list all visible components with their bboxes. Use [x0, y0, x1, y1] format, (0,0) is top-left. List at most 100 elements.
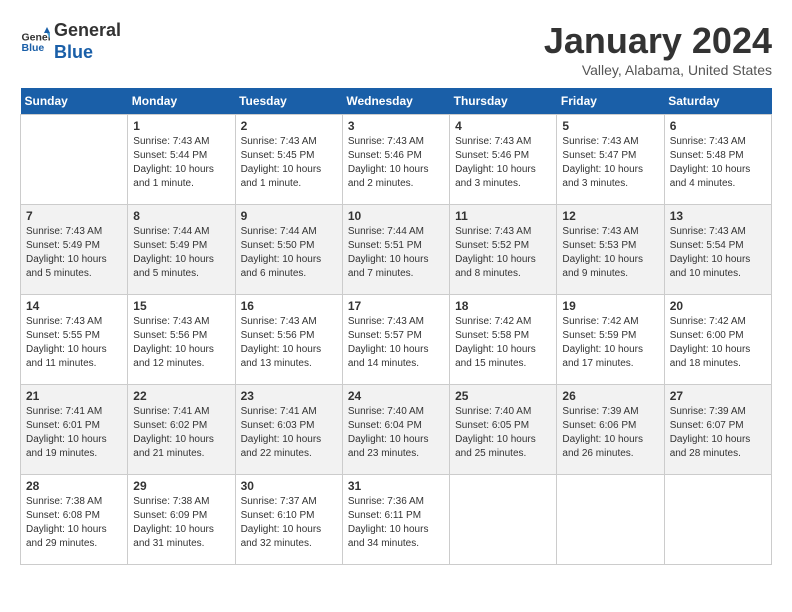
calendar-cell: 11Sunrise: 7:43 AM Sunset: 5:52 PM Dayli… — [450, 205, 557, 295]
day-info: Sunrise: 7:43 AM Sunset: 5:56 PM Dayligh… — [241, 315, 337, 371]
day-info: Sunrise: 7:43 AM Sunset: 5:47 PM Dayligh… — [562, 135, 658, 191]
day-number: 7 — [26, 209, 122, 223]
calendar-cell: 7 Sunrise: 7:43 AM Sunset: 5:49 PM Daylig… — [21, 205, 128, 295]
day-info: Sunrise: 7:41 AM Sunset: 6:02 PM Dayligh… — [133, 405, 229, 461]
day-number: 25 — [455, 389, 551, 403]
calendar-cell: 9 Sunrise: 7:44 AM Sunset: 5:50 PM Daylig… — [235, 205, 342, 295]
calendar-cell: 29 Sunrise: 7:38 AM Sunset: 6:09 PM Dayli… — [128, 475, 235, 565]
day-info: Sunrise: 7:41 AM Sunset: 6:01 PM Dayligh… — [26, 405, 122, 461]
day-number: 23 — [241, 389, 337, 403]
day-number: 21 — [26, 389, 122, 403]
calendar-cell: 18 Sunrise: 7:42 AM Sunset: 5:58 PM Dayli… — [450, 295, 557, 385]
day-info: Sunrise: 7:39 AM Sunset: 6:07 PM Dayligh… — [670, 405, 766, 461]
day-info: Sunrise: 7:43 AM Sunset: 5:56 PM Dayligh… — [133, 315, 229, 371]
day-info: Sunrise: 7:43 AM Sunset: 5:54 PM Dayligh… — [670, 225, 766, 281]
day-info: Sunrise: 7:41 AM Sunset: 6:03 PM Dayligh… — [241, 405, 337, 461]
day-info: Sunrise: 7:42 AM Sunset: 5:58 PM Dayligh… — [455, 315, 551, 371]
day-info: Sunrise: 7:42 AM Sunset: 5:59 PM Dayligh… — [562, 315, 658, 371]
month-title: January 2024 — [544, 20, 772, 62]
calendar-cell: 19Sunrise: 7:42 AM Sunset: 5:59 PM Dayli… — [557, 295, 664, 385]
day-info: Sunrise: 7:44 AM Sunset: 5:49 PM Dayligh… — [133, 225, 229, 281]
day-number: 4 — [455, 119, 551, 133]
day-number: 15 — [133, 299, 229, 313]
location: Valley, Alabama, United States — [544, 62, 772, 78]
day-info: Sunrise: 7:43 AM Sunset: 5:49 PM Dayligh… — [26, 225, 122, 281]
weekday-header-saturday: Saturday — [664, 88, 771, 115]
day-number: 5 — [562, 119, 658, 133]
calendar-cell: 17 Sunrise: 7:43 AM Sunset: 5:57 PM Dayli… — [342, 295, 449, 385]
logo-text: General Blue — [54, 20, 121, 63]
weekday-header-friday: Friday — [557, 88, 664, 115]
day-number: 27 — [670, 389, 766, 403]
calendar-week-5: 28 Sunrise: 7:38 AM Sunset: 6:08 PM Dayli… — [21, 475, 772, 565]
day-number: 20 — [670, 299, 766, 313]
day-number: 16 — [241, 299, 337, 313]
day-info: Sunrise: 7:36 AM Sunset: 6:11 PM Dayligh… — [348, 495, 444, 551]
day-number: 2 — [241, 119, 337, 133]
calendar-cell — [557, 475, 664, 565]
calendar-week-2: 7 Sunrise: 7:43 AM Sunset: 5:49 PM Daylig… — [21, 205, 772, 295]
calendar-cell: 25 Sunrise: 7:40 AM Sunset: 6:05 PM Dayli… — [450, 385, 557, 475]
day-info: Sunrise: 7:43 AM Sunset: 5:48 PM Dayligh… — [670, 135, 766, 191]
weekday-header-monday: Monday — [128, 88, 235, 115]
calendar-cell: 23 Sunrise: 7:41 AM Sunset: 6:03 PM Dayli… — [235, 385, 342, 475]
day-number: 11 — [455, 209, 551, 223]
weekday-header-thursday: Thursday — [450, 88, 557, 115]
weekday-header-sunday: Sunday — [21, 88, 128, 115]
day-info: Sunrise: 7:43 AM Sunset: 5:46 PM Dayligh… — [348, 135, 444, 191]
calendar-week-1: 1Sunrise: 7:43 AM Sunset: 5:44 PM Daylig… — [21, 115, 772, 205]
calendar-cell: 30 Sunrise: 7:37 AM Sunset: 6:10 PM Dayli… — [235, 475, 342, 565]
day-number: 8 — [133, 209, 229, 223]
calendar-body: 1Sunrise: 7:43 AM Sunset: 5:44 PM Daylig… — [21, 115, 772, 565]
day-number: 28 — [26, 479, 122, 493]
day-info: Sunrise: 7:43 AM Sunset: 5:46 PM Dayligh… — [455, 135, 551, 191]
calendar-cell: 6Sunrise: 7:43 AM Sunset: 5:48 PM Daylig… — [664, 115, 771, 205]
day-number: 29 — [133, 479, 229, 493]
calendar-cell — [450, 475, 557, 565]
day-number: 3 — [348, 119, 444, 133]
calendar-cell: 13 Sunrise: 7:43 AM Sunset: 5:54 PM Dayli… — [664, 205, 771, 295]
weekday-header-tuesday: Tuesday — [235, 88, 342, 115]
day-number: 22 — [133, 389, 229, 403]
calendar-cell: 20 Sunrise: 7:42 AM Sunset: 6:00 PM Dayli… — [664, 295, 771, 385]
logo-icon: General Blue — [20, 27, 50, 57]
calendar-cell: 3 Sunrise: 7:43 AM Sunset: 5:46 PM Daylig… — [342, 115, 449, 205]
calendar-cell: 4 Sunrise: 7:43 AM Sunset: 5:46 PM Daylig… — [450, 115, 557, 205]
day-info: Sunrise: 7:40 AM Sunset: 6:05 PM Dayligh… — [455, 405, 551, 461]
calendar-cell: 1Sunrise: 7:43 AM Sunset: 5:44 PM Daylig… — [128, 115, 235, 205]
calendar-week-4: 21 Sunrise: 7:41 AM Sunset: 6:01 PM Dayli… — [21, 385, 772, 475]
page-header: General Blue General Blue January 2024 V… — [20, 20, 772, 78]
calendar-cell: 24Sunrise: 7:40 AM Sunset: 6:04 PM Dayli… — [342, 385, 449, 475]
day-number: 17 — [348, 299, 444, 313]
day-number: 26 — [562, 389, 658, 403]
day-number: 14 — [26, 299, 122, 313]
day-number: 30 — [241, 479, 337, 493]
day-info: Sunrise: 7:38 AM Sunset: 6:08 PM Dayligh… — [26, 495, 122, 551]
day-number: 13 — [670, 209, 766, 223]
calendar-cell: 8 Sunrise: 7:44 AM Sunset: 5:49 PM Daylig… — [128, 205, 235, 295]
calendar-cell: 31 Sunrise: 7:36 AM Sunset: 6:11 PM Dayli… — [342, 475, 449, 565]
day-info: Sunrise: 7:37 AM Sunset: 6:10 PM Dayligh… — [241, 495, 337, 551]
day-number: 31 — [348, 479, 444, 493]
calendar-week-3: 14Sunrise: 7:43 AM Sunset: 5:55 PM Dayli… — [21, 295, 772, 385]
calendar-header: SundayMondayTuesdayWednesdayThursdayFrid… — [21, 88, 772, 115]
calendar-cell: 15 Sunrise: 7:43 AM Sunset: 5:56 PM Dayli… — [128, 295, 235, 385]
calendar-cell — [21, 115, 128, 205]
day-number: 9 — [241, 209, 337, 223]
calendar-cell: 14Sunrise: 7:43 AM Sunset: 5:55 PM Dayli… — [21, 295, 128, 385]
day-number: 12 — [562, 209, 658, 223]
logo: General Blue General Blue — [20, 20, 121, 63]
day-info: Sunrise: 7:38 AM Sunset: 6:09 PM Dayligh… — [133, 495, 229, 551]
calendar-cell: 16 Sunrise: 7:43 AM Sunset: 5:56 PM Dayli… — [235, 295, 342, 385]
day-info: Sunrise: 7:43 AM Sunset: 5:53 PM Dayligh… — [562, 225, 658, 281]
day-number: 1 — [133, 119, 229, 133]
day-info: Sunrise: 7:42 AM Sunset: 6:00 PM Dayligh… — [670, 315, 766, 371]
day-info: Sunrise: 7:43 AM Sunset: 5:57 PM Dayligh… — [348, 315, 444, 371]
day-number: 18 — [455, 299, 551, 313]
day-info: Sunrise: 7:44 AM Sunset: 5:51 PM Dayligh… — [348, 225, 444, 281]
title-area: January 2024 Valley, Alabama, United Sta… — [544, 20, 772, 78]
weekday-header-row: SundayMondayTuesdayWednesdayThursdayFrid… — [21, 88, 772, 115]
calendar-cell: 22 Sunrise: 7:41 AM Sunset: 6:02 PM Dayli… — [128, 385, 235, 475]
day-info: Sunrise: 7:43 AM Sunset: 5:45 PM Dayligh… — [241, 135, 337, 191]
day-info: Sunrise: 7:44 AM Sunset: 5:50 PM Dayligh… — [241, 225, 337, 281]
